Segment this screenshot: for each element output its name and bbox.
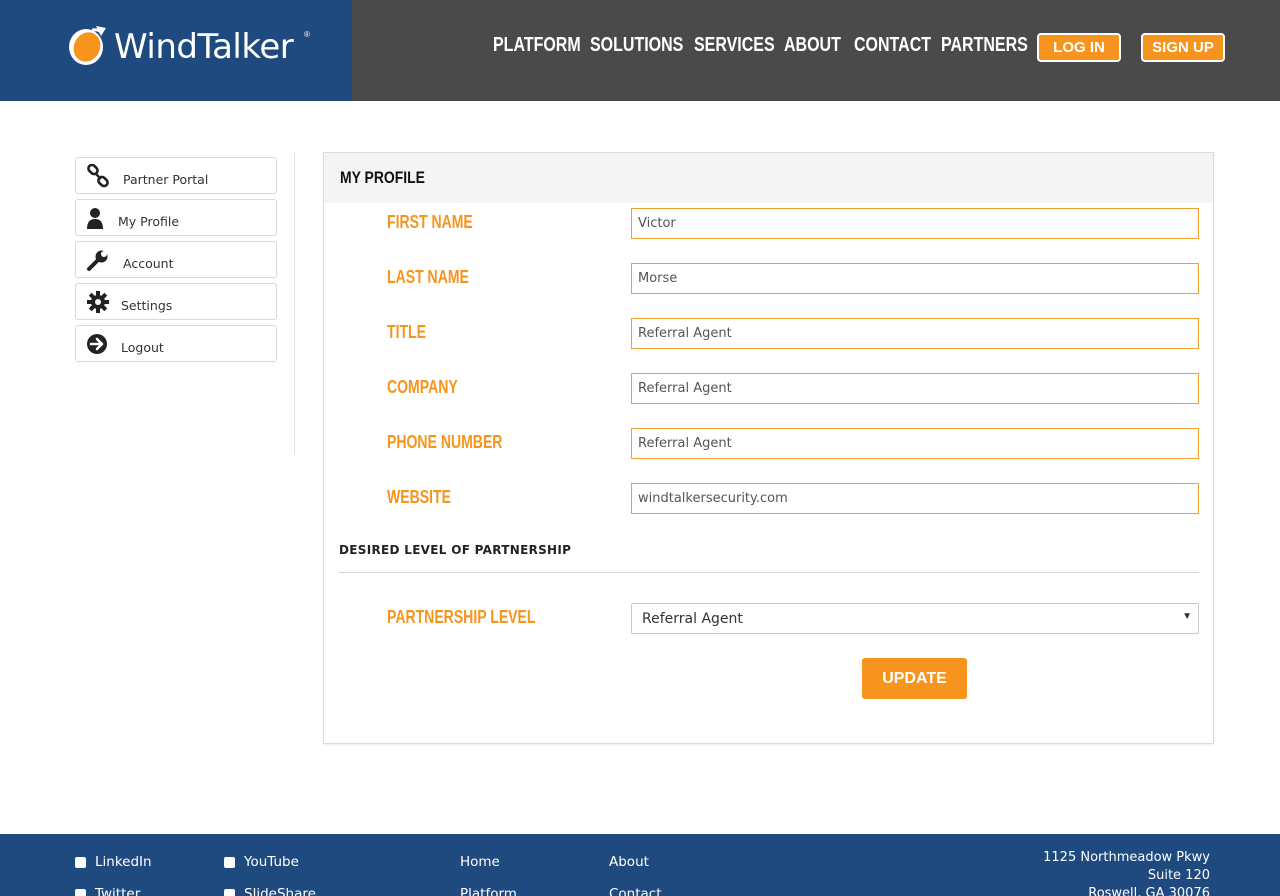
partnership-level-value: Referral Agent bbox=[642, 611, 743, 627]
linkedin-icon bbox=[75, 857, 86, 868]
website-label: WEBSITE bbox=[387, 487, 451, 507]
title-label: TITLE bbox=[387, 322, 426, 342]
partnership-level-label: PARTNERSHIP LEVEL bbox=[387, 607, 536, 627]
slideshare-icon bbox=[224, 889, 235, 896]
logo-text: WindTalker bbox=[114, 27, 294, 67]
sidebar-item-label: Settings bbox=[121, 298, 173, 313]
sidebar-item-partner-portal[interactable]: Partner Portal bbox=[75, 157, 277, 194]
sidebar-item-label: Account bbox=[123, 256, 174, 271]
website-field[interactable] bbox=[631, 483, 1199, 514]
link-icon bbox=[87, 164, 109, 188]
windtalker-logo-icon bbox=[69, 26, 106, 65]
page-title: MY PROFILE bbox=[340, 168, 425, 187]
update-button[interactable]: UPDATE bbox=[862, 658, 967, 699]
caret-down-icon: ▼ bbox=[1182, 611, 1192, 622]
first-name-field[interactable] bbox=[631, 208, 1199, 239]
profile-panel: MY PROFILE FIRST NAME LAST NAME TITLE CO… bbox=[323, 152, 1214, 744]
sidebar-item-my-profile[interactable]: My Profile bbox=[75, 199, 277, 236]
site-header: WindTalker ® PLATFORM SOLUTIONS SERVICES… bbox=[0, 0, 1280, 101]
gear-icon bbox=[87, 291, 109, 313]
footer-link-about[interactable]: About bbox=[609, 854, 649, 870]
partnership-level-select[interactable]: Referral Agent ▼ bbox=[631, 603, 1199, 634]
twitter-icon bbox=[75, 889, 86, 896]
company-label: COMPANY bbox=[387, 377, 458, 397]
nav-platform[interactable]: PLATFORM bbox=[493, 34, 581, 57]
footer-link-platform[interactable]: Platform bbox=[460, 886, 517, 896]
nav-about[interactable]: ABOUT bbox=[784, 34, 841, 57]
last-name-field[interactable] bbox=[631, 263, 1199, 294]
sidebar-item-account[interactable]: Account bbox=[75, 241, 277, 278]
panel-header: MY PROFILE bbox=[324, 153, 1213, 203]
nav-solutions[interactable]: SOLUTIONS bbox=[590, 34, 683, 57]
sidebar-item-settings[interactable]: Settings bbox=[75, 283, 277, 320]
footer-link-twitter[interactable]: Twitter bbox=[95, 886, 140, 896]
arrow-right-circle-icon bbox=[87, 334, 107, 354]
phone-number-field[interactable] bbox=[631, 428, 1199, 459]
first-name-label: FIRST NAME bbox=[387, 212, 473, 232]
logo[interactable]: WindTalker ® bbox=[0, 0, 352, 101]
sidebar-item-label: Logout bbox=[121, 340, 164, 355]
company-field[interactable] bbox=[631, 373, 1199, 404]
partnership-section-title: DESIRED LEVEL OF PARTNERSHIP bbox=[339, 543, 572, 557]
address-line-3: Roswell, GA 30076 bbox=[1088, 886, 1210, 896]
sidebar-item-label: My Profile bbox=[118, 214, 180, 229]
sidebar-item-logout[interactable]: Logout bbox=[75, 325, 277, 362]
footer-link-slideshare[interactable]: SlideShare bbox=[244, 886, 316, 896]
nav-partners[interactable]: PARTNERS bbox=[941, 34, 1028, 57]
sidebar-item-label: Partner Portal bbox=[123, 172, 209, 187]
youtube-icon bbox=[224, 857, 235, 868]
last-name-label: LAST NAME bbox=[387, 267, 469, 287]
phone-number-label: PHONE NUMBER bbox=[387, 432, 503, 452]
footer-link-contact[interactable]: Contact bbox=[609, 886, 662, 896]
footer-link-linkedin[interactable]: LinkedIn bbox=[95, 854, 152, 870]
wrench-icon bbox=[87, 250, 108, 271]
footer-link-home[interactable]: Home bbox=[460, 854, 500, 870]
site-footer: LinkedIn YouTube Twitter SlideShare Home… bbox=[0, 834, 1280, 896]
nav-contact[interactable]: CONTACT bbox=[854, 34, 931, 57]
nav-services[interactable]: SERVICES bbox=[694, 34, 775, 57]
footer-link-youtube[interactable]: YouTube bbox=[244, 854, 299, 870]
address-line-2: Suite 120 bbox=[1147, 868, 1210, 883]
address-line-1: 1125 Northmeadow Pkwy bbox=[1043, 850, 1210, 865]
signup-button[interactable]: SIGN UP bbox=[1141, 33, 1225, 62]
user-icon bbox=[87, 208, 103, 229]
title-field[interactable] bbox=[631, 318, 1199, 349]
section-divider bbox=[339, 572, 1199, 573]
sidebar-divider bbox=[294, 152, 295, 454]
login-button[interactable]: LOG IN bbox=[1037, 33, 1121, 62]
registered-mark: ® bbox=[304, 30, 310, 39]
